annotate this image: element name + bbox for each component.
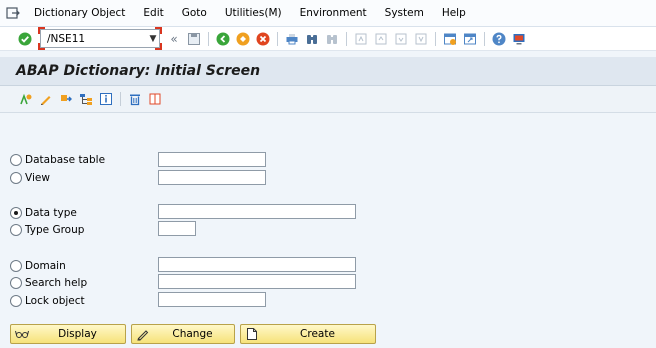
toolbar-separator	[208, 31, 209, 46]
new-document-icon	[244, 326, 260, 342]
command-field[interactable]: /NSE11 ▼	[38, 27, 162, 50]
radio-button[interactable]	[10, 154, 22, 166]
app-icon-group	[16, 91, 165, 107]
collapse-chevron-icon[interactable]: «	[166, 31, 182, 47]
cancel-icon[interactable]	[255, 31, 271, 47]
menu-edit[interactable]: Edit	[143, 7, 163, 19]
toolbar-separator	[346, 31, 347, 46]
info-icon[interactable]	[98, 91, 114, 107]
save-icon[interactable]	[186, 31, 202, 47]
title-bar: ABAP Dictionary: Initial Screen	[0, 57, 656, 86]
create-button[interactable]: Create	[240, 324, 376, 344]
toolbar-separator	[120, 92, 121, 106]
exit-icon[interactable]	[235, 31, 251, 47]
type-group-input[interactable]	[158, 221, 196, 236]
page-title: ABAP Dictionary: Initial Screen	[16, 63, 261, 79]
focus-corner	[38, 43, 45, 50]
previous-page-icon[interactable]	[373, 31, 389, 47]
menu-dictionary-object[interactable]: Dictionary Object	[34, 7, 125, 19]
system-toolbar: /NSE11 ▼ «	[0, 27, 656, 51]
copy-icon[interactable]	[58, 91, 74, 107]
radio-button[interactable]	[10, 260, 22, 272]
pencil-icon	[135, 326, 151, 342]
display-button[interactable]: Display	[10, 324, 126, 344]
view-input[interactable]	[158, 170, 266, 185]
command-input[interactable]: /NSE11	[41, 33, 147, 45]
database-table-input[interactable]	[158, 152, 266, 167]
radio-button-selected[interactable]	[10, 207, 22, 219]
toolbar-separator	[484, 31, 485, 46]
domain-input[interactable]	[158, 257, 356, 272]
menu-help[interactable]: Help	[442, 7, 466, 19]
option-label: View	[25, 172, 50, 184]
menu-exit-icon[interactable]	[6, 7, 20, 19]
option-label: Domain	[25, 260, 66, 272]
radio-button[interactable]	[10, 277, 22, 289]
change-button[interactable]: Change	[131, 324, 235, 344]
option-view[interactable]: View	[10, 170, 50, 186]
focus-corner	[155, 27, 162, 34]
create-button-label: Create	[300, 328, 335, 340]
option-data-type[interactable]: Data type	[10, 205, 77, 221]
menu-environment[interactable]: Environment	[300, 7, 367, 19]
customize-layout-icon[interactable]	[511, 31, 527, 47]
delete-icon[interactable]	[127, 91, 143, 107]
option-lock-object[interactable]: Lock object	[10, 293, 85, 309]
next-page-icon[interactable]	[393, 31, 409, 47]
help-icon[interactable]	[491, 31, 507, 47]
documentation-icon[interactable]	[147, 91, 163, 107]
find-icon[interactable]	[304, 31, 320, 47]
option-search-help[interactable]: Search help	[10, 275, 87, 291]
menu-utilities[interactable]: Utilities(M)	[225, 7, 282, 19]
change-button-label: Change	[172, 328, 213, 340]
other-object-icon[interactable]	[18, 91, 34, 107]
glasses-icon	[14, 326, 30, 342]
search-help-input[interactable]	[158, 274, 356, 289]
option-label: Lock object	[25, 295, 85, 307]
last-page-icon[interactable]	[413, 31, 429, 47]
radio-button[interactable]	[10, 224, 22, 236]
display-button-label: Display	[58, 328, 97, 340]
option-type-group[interactable]: Type Group	[10, 222, 84, 238]
option-label: Type Group	[25, 224, 85, 236]
menu-goto[interactable]: Goto	[182, 7, 207, 19]
find-next-icon[interactable]	[324, 31, 340, 47]
option-label: Search help	[25, 277, 88, 289]
toolbar-separator	[435, 31, 436, 46]
toolbar-separator	[277, 31, 278, 46]
option-database-table[interactable]: Database table	[10, 152, 105, 168]
option-label: Data type	[25, 207, 77, 219]
radio-button[interactable]	[10, 295, 22, 307]
application-toolbar	[0, 86, 656, 113]
menu-system[interactable]: System	[385, 7, 424, 19]
focus-corner	[155, 43, 162, 50]
pencil-icon[interactable]	[38, 91, 54, 107]
print-icon[interactable]	[284, 31, 300, 47]
lock-object-input[interactable]	[158, 292, 266, 307]
option-label: Database table	[25, 154, 106, 166]
hierarchy-icon[interactable]	[78, 91, 94, 107]
enter-check-icon[interactable]	[18, 32, 32, 46]
focus-corner	[38, 27, 45, 34]
chevron-down-icon[interactable]: ▼	[147, 34, 159, 44]
menu-bar: Dictionary Object Edit Goto Utilities(M)…	[0, 0, 656, 27]
back-icon[interactable]	[215, 31, 231, 47]
option-domain[interactable]: Domain	[10, 258, 66, 274]
first-page-icon[interactable]	[353, 31, 369, 47]
radio-button[interactable]	[10, 172, 22, 184]
data-type-input[interactable]	[158, 204, 356, 219]
new-session-icon[interactable]	[442, 31, 458, 47]
shortcut-icon[interactable]	[462, 31, 478, 47]
radio-dot	[14, 211, 18, 215]
